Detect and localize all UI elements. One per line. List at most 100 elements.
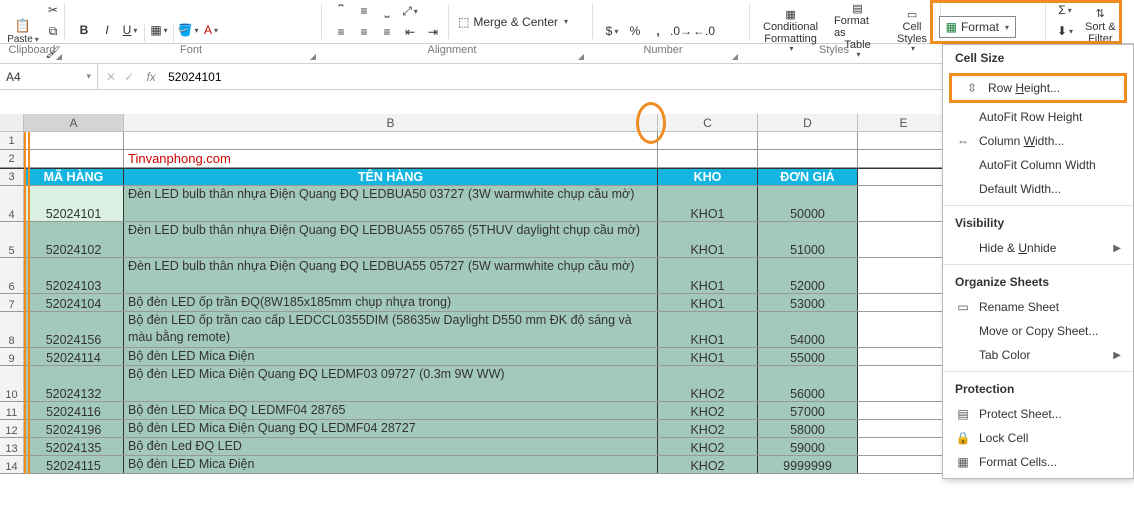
cell-ten-hang[interactable]: Đèn LED bulb thân nhựa Điện Quang ĐQ LED… [124, 258, 658, 293]
comma-button[interactable]: , [647, 21, 669, 41]
cell-ten-hang[interactable]: Bộ đèn LED Mica Điện Quang ĐQ LEDMF04 28… [124, 420, 658, 437]
cell-kho[interactable]: KHO1 [658, 294, 758, 311]
align-left-button[interactable]: ≡ [330, 22, 352, 42]
cell-ten-hang[interactable]: Bộ đèn LED Mica Điện [124, 456, 658, 473]
formula-input[interactable] [168, 70, 428, 84]
dialog-launcher-icon[interactable]: ◢ [732, 52, 738, 61]
cell-don-gia[interactable]: 56000 [758, 366, 858, 401]
cell-don-gia[interactable]: 55000 [758, 348, 858, 365]
menu-default-width[interactable]: Default Width... [943, 177, 1133, 201]
row-header[interactable]: 1 [0, 132, 24, 149]
indent-inc-button[interactable]: ⇥ [422, 22, 444, 42]
dialog-launcher-icon[interactable]: ◢ [578, 52, 584, 61]
col-header-d[interactable]: D [758, 114, 858, 131]
fx-button[interactable]: fx [142, 70, 160, 84]
fill-button[interactable]: ⬇ [1054, 21, 1076, 41]
align-center-button[interactable]: ≡ [353, 22, 375, 42]
format-button[interactable]: ▦ Format [939, 16, 1016, 38]
row-header[interactable]: 13 [0, 438, 24, 455]
cell-don-gia[interactable]: 50000 [758, 186, 858, 221]
cell-kho[interactable]: KHO2 [658, 438, 758, 455]
cell-ma-hang[interactable]: 52024114 [24, 348, 124, 365]
row-header[interactable]: 4 [0, 186, 24, 221]
menu-autofit-col[interactable]: AutoFit Column Width [943, 153, 1133, 177]
cell-don-gia[interactable]: 57000 [758, 402, 858, 419]
menu-hide-unhide[interactable]: Hide & Unhide▶ [943, 236, 1133, 260]
menu-protect-sheet[interactable]: ▤Protect Sheet... [943, 402, 1133, 426]
dialog-launcher-icon[interactable]: ◢ [56, 52, 62, 61]
cell-ten-hang[interactable]: Bộ đèn LED ốp trần ĐQ(8W185x185mm chụp n… [124, 294, 658, 311]
align-bottom-button[interactable]: ⎵ [376, 1, 398, 21]
cell-ma-hang[interactable]: 52024132 [24, 366, 124, 401]
row-header[interactable]: 6 [0, 258, 24, 293]
cell-ten-hang[interactable]: Bộ đèn Led ĐQ LED [124, 438, 658, 455]
row-header[interactable]: 8 [0, 312, 24, 347]
th-ma-hang[interactable]: MÃ HÀNG [24, 169, 124, 185]
menu-autofit-row[interactable]: AutoFit Row Height [943, 105, 1133, 129]
cut-button[interactable]: ✂ [42, 0, 64, 20]
cell-don-gia[interactable]: 58000 [758, 420, 858, 437]
enter-formula-icon[interactable]: ✓ [124, 70, 134, 84]
cell-don-gia[interactable]: 52000 [758, 258, 858, 293]
th-kho[interactable]: KHO [658, 169, 758, 185]
name-box[interactable]: A4 ▾ [0, 64, 98, 89]
menu-move-copy[interactable]: Move or Copy Sheet... [943, 319, 1133, 343]
select-all-corner[interactable] [0, 114, 24, 131]
cell-kho[interactable]: KHO2 [658, 456, 758, 473]
row-header[interactable]: 11 [0, 402, 24, 419]
merge-center-button[interactable]: ⬚ Merge & Center [453, 12, 573, 32]
row-header[interactable]: 2 [0, 150, 24, 167]
row-header[interactable]: 7 [0, 294, 24, 311]
menu-tab-color[interactable]: Tab Color▶ [943, 343, 1133, 367]
cell-ten-hang[interactable]: Bộ đèn LED ốp trần cao cấp LEDCCL0355DIM… [124, 312, 658, 347]
col-header-b[interactable]: B [124, 114, 658, 131]
cell-don-gia[interactable]: 53000 [758, 294, 858, 311]
align-middle-button[interactable]: ≡ [353, 1, 375, 21]
cell-ten-hang[interactable]: Đèn LED bulb thân nhựa Điện Quang ĐQ LED… [124, 222, 658, 257]
orientation-button[interactable]: ⤢ [399, 1, 421, 21]
cell-ma-hang[interactable]: 52024101 [24, 186, 124, 221]
cell-ma-hang[interactable]: 52024196 [24, 420, 124, 437]
cell-kho[interactable]: KHO2 [658, 420, 758, 437]
border-button[interactable]: ▦ [148, 20, 170, 40]
bold-button[interactable]: B [73, 20, 95, 40]
fill-color-button[interactable]: 🪣 [177, 20, 199, 40]
cell-kho[interactable]: KHO1 [658, 222, 758, 257]
row-header[interactable]: 12 [0, 420, 24, 437]
menu-format-cells[interactable]: ▦Format Cells... [943, 450, 1133, 474]
align-top-button[interactable]: ⎴ [330, 1, 352, 21]
increase-decimal-button[interactable]: .0→ [670, 21, 692, 41]
decrease-decimal-button[interactable]: ←.0 [693, 21, 715, 41]
cell-kho[interactable]: KHO2 [658, 402, 758, 419]
menu-rename-sheet[interactable]: ▭Rename Sheet [943, 295, 1133, 319]
th-don-gia[interactable]: ĐƠN GIÁ [758, 169, 858, 185]
cell-ma-hang[interactable]: 52024135 [24, 438, 124, 455]
menu-row-height[interactable]: ⇳ Row Height... [952, 76, 1124, 100]
cell-kho[interactable]: KHO1 [658, 348, 758, 365]
menu-lock-cell[interactable]: 🔒Lock Cell [943, 426, 1133, 450]
cell-ten-hang[interactable]: Bộ đèn LED Mica Điện [124, 348, 658, 365]
italic-button[interactable]: I [96, 20, 118, 40]
cell-ma-hang[interactable]: 52024104 [24, 294, 124, 311]
cell-don-gia[interactable]: 59000 [758, 438, 858, 455]
cell-don-gia[interactable]: 54000 [758, 312, 858, 347]
col-header-e[interactable]: E [858, 114, 950, 131]
th-ten-hang[interactable]: TÊN HÀNG [124, 169, 658, 185]
autosum-button[interactable]: Σ [1054, 0, 1076, 20]
website-text[interactable]: Tinvanphong.com [124, 150, 658, 167]
cell-kho[interactable]: KHO2 [658, 366, 758, 401]
row-header[interactable]: 5 [0, 222, 24, 257]
cell-don-gia[interactable]: 9999999 [758, 456, 858, 473]
row-header[interactable]: 3 [0, 169, 24, 185]
col-header-a[interactable]: A [24, 114, 124, 131]
cell-ten-hang[interactable]: Đèn LED bulb thân nhựa Điện Quang ĐQ LED… [124, 186, 658, 221]
menu-column-width[interactable]: ⇔Column Width... [943, 129, 1133, 153]
percent-button[interactable]: % [624, 21, 646, 41]
cell-ten-hang[interactable]: Bộ đèn LED Mica ĐQ LEDMF04 28765 [124, 402, 658, 419]
copy-button[interactable]: ⧉ [42, 21, 64, 41]
indent-dec-button[interactable]: ⇤ [399, 22, 421, 42]
cell-ma-hang[interactable]: 52024116 [24, 402, 124, 419]
cell-ma-hang[interactable]: 52024103 [24, 258, 124, 293]
cell-kho[interactable]: KHO1 [658, 186, 758, 221]
row-header[interactable]: 9 [0, 348, 24, 365]
